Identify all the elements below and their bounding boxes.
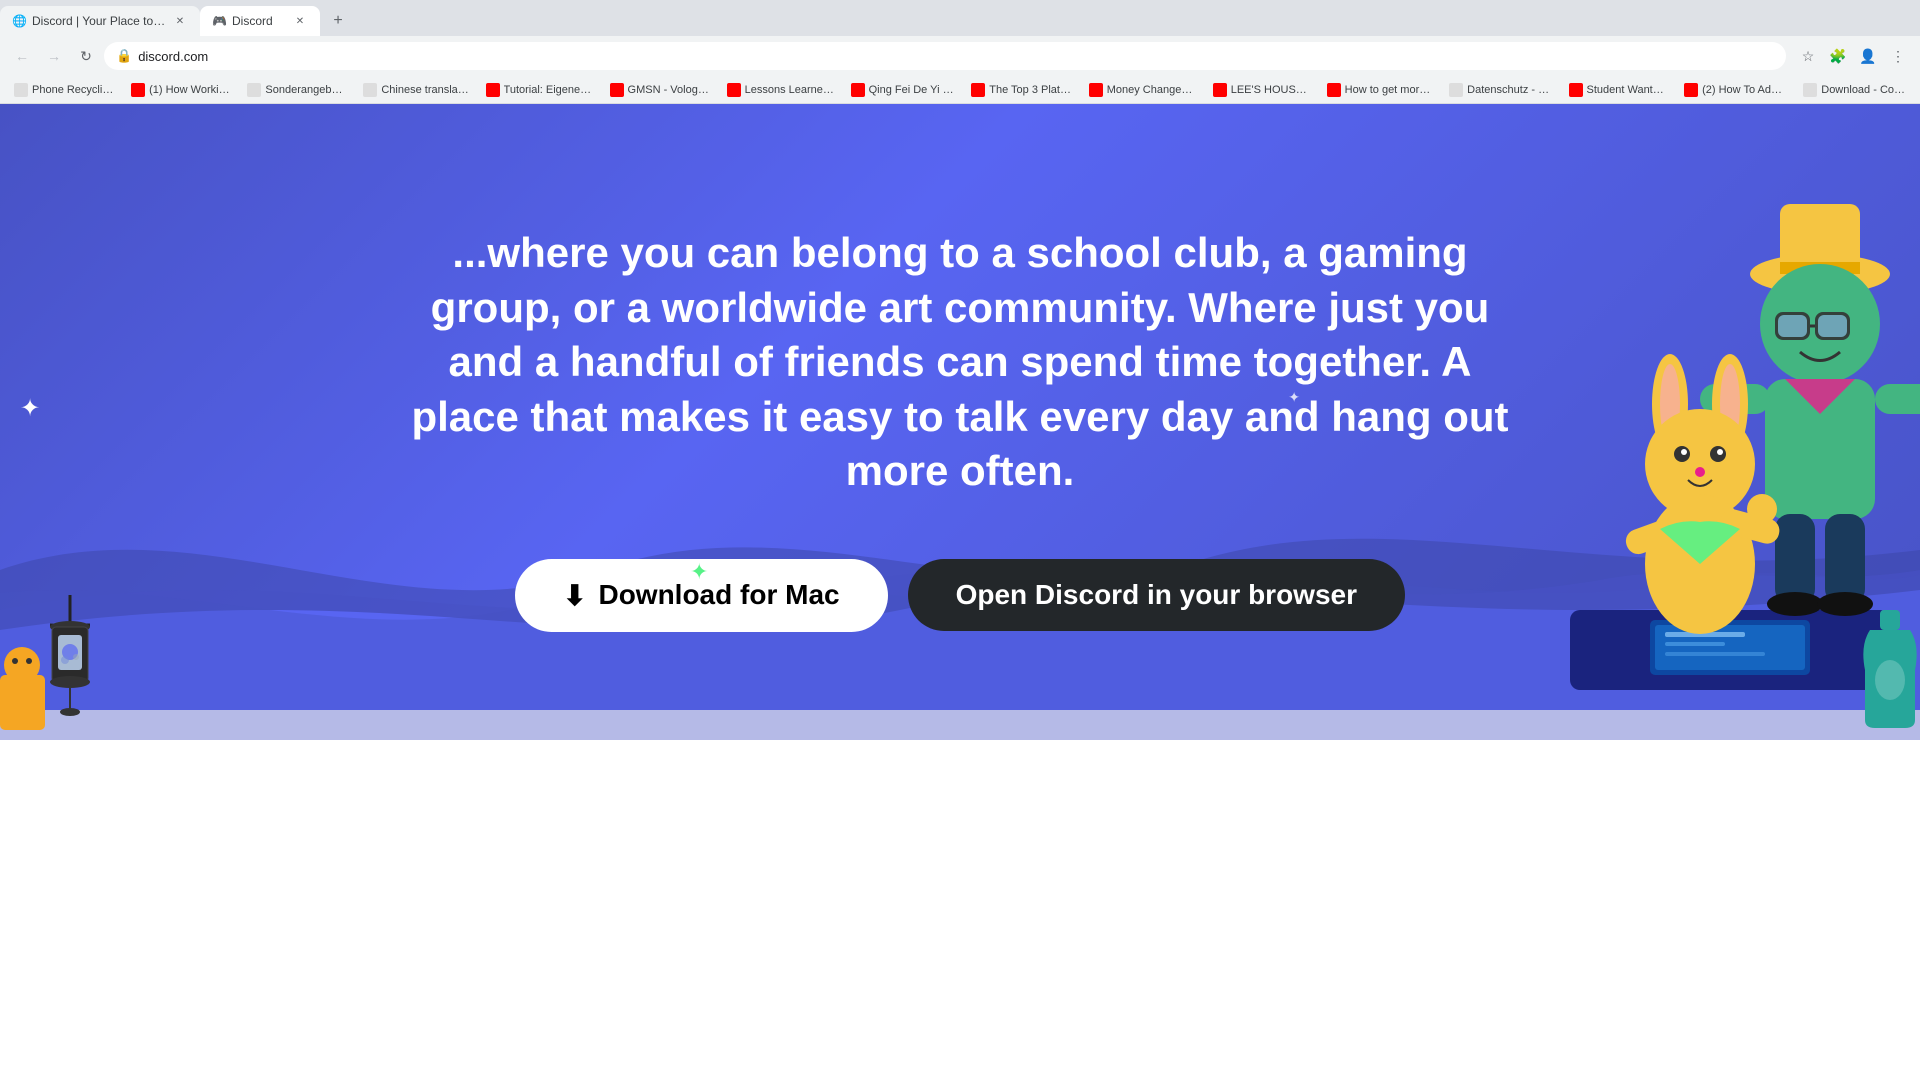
bookmark-label-4: Chinese translatio...	[381, 84, 469, 96]
toolbar-icons: ☆ 🧩 👤 ⋮	[1794, 42, 1912, 70]
bookmark-favicon-6	[610, 83, 624, 97]
extension-puzzle-icon[interactable]: 🧩	[1824, 42, 1852, 70]
address-url: discord.com	[138, 49, 208, 64]
tab-discord[interactable]: 🎮 Discord ✕	[200, 6, 320, 36]
hero-paragraph: ...where you can belong to a school club…	[410, 226, 1510, 499]
sparkle-right-icon: ✦	[1288, 389, 1300, 406]
tab-close-2[interactable]: ✕	[292, 13, 308, 29]
bookmark-favicon-9	[971, 83, 985, 97]
bookmark-label-15: (2) How To Add A...	[1702, 84, 1787, 96]
tab-discord-place[interactable]: 🌐 Discord | Your Place to Talk ... ✕	[0, 6, 200, 36]
bookmark-top3[interactable]: The Top 3 Platfor...	[965, 81, 1078, 99]
tab-title-2: Discord	[232, 14, 286, 28]
buttons-row: ⬇ Download for Mac Open Discord in your …	[515, 559, 1405, 632]
address-box[interactable]: 🔒 discord.com	[104, 42, 1786, 70]
bookmark-favicon-7	[727, 83, 741, 97]
bookmark-qing[interactable]: Qing Fei De Yi - Y...	[845, 81, 962, 99]
bookmark-money[interactable]: Money Changes E...	[1083, 81, 1203, 99]
bookmark-label-9: The Top 3 Platfor...	[989, 84, 1072, 96]
bookmark-label-10: Money Changes E...	[1107, 84, 1197, 96]
bookmark-label-1: Phone Recycling...	[32, 84, 115, 96]
open-browser-button[interactable]: Open Discord in your browser	[908, 559, 1405, 631]
menu-icon[interactable]: ⋮	[1884, 42, 1912, 70]
back-button[interactable]: ←	[8, 42, 36, 70]
tab-title-1: Discord | Your Place to Talk ...	[32, 14, 166, 28]
bookmark-label-6: GMSN - Vologda...	[628, 84, 711, 96]
tab-favicon-1: 🌐	[12, 14, 26, 28]
bookmark-lee[interactable]: LEE'S HOUSE -...	[1207, 81, 1317, 99]
bookmark-how-add[interactable]: (2) How To Add A...	[1678, 81, 1793, 99]
bookmark-how-working[interactable]: (1) How Working...	[125, 81, 237, 99]
bookmark-datenschutz[interactable]: Datenschutz - Re...	[1443, 81, 1558, 99]
bookmark-sonderangebot[interactable]: Sonderangebot! ...	[241, 81, 353, 99]
sparkle-white-icon: ✦	[20, 394, 40, 423]
address-bar-row: ← → ↻ 🔒 discord.com ☆ 🧩 👤 ⋮	[0, 36, 1920, 76]
bookmarks-bar: Phone Recycling... (1) How Working... So…	[0, 76, 1920, 104]
browser-chrome: 🌐 Discord | Your Place to Talk ... ✕ 🎮 D…	[0, 0, 1920, 104]
bookmark-star-icon[interactable]: ☆	[1794, 42, 1822, 70]
bookmark-student[interactable]: Student Wants a...	[1563, 81, 1675, 99]
bookmark-favicon-10	[1089, 83, 1103, 97]
bookmark-favicon-5	[486, 83, 500, 97]
tab-close-1[interactable]: ✕	[172, 13, 188, 29]
bookmark-favicon-11	[1213, 83, 1227, 97]
bookmark-favicon-1	[14, 83, 28, 97]
bookmark-label-5: Tutorial: Eigene Fa...	[504, 84, 594, 96]
bookmark-label-14: Student Wants a...	[1587, 84, 1669, 96]
profile-icon[interactable]: 👤	[1854, 42, 1882, 70]
bookmark-label-3: Sonderangebot! ...	[265, 84, 347, 96]
bookmark-favicon-16	[1803, 83, 1817, 97]
bookmark-favicon-3	[247, 83, 261, 97]
bookmark-favicon-13	[1449, 83, 1463, 97]
tab-bar: 🌐 Discord | Your Place to Talk ... ✕ 🎮 D…	[0, 0, 1920, 36]
bookmark-favicon-4	[363, 83, 377, 97]
bookmark-gmsn[interactable]: GMSN - Vologda...	[604, 81, 717, 99]
tab-favicon-2: 🎮	[212, 14, 226, 28]
bookmark-label-11: LEE'S HOUSE -...	[1231, 84, 1311, 96]
bookmark-lessons[interactable]: Lessons Learned f...	[721, 81, 841, 99]
left-lantern-decoration	[30, 595, 110, 730]
bookmark-favicon-15	[1684, 83, 1698, 97]
bookmark-favicon-8	[851, 83, 865, 97]
bookmark-howtoget[interactable]: How to get more v...	[1321, 81, 1440, 99]
bookmark-chinese[interactable]: Chinese translatio...	[357, 81, 475, 99]
download-icon: ⬇	[563, 579, 586, 612]
new-tab-button[interactable]: +	[324, 7, 352, 35]
bookmark-favicon-14	[1569, 83, 1583, 97]
yellow-rabbit-illustration	[1600, 354, 1800, 654]
bookmark-label-2: (1) How Working...	[149, 84, 231, 96]
bookmark-label-7: Lessons Learned f...	[745, 84, 835, 96]
sparkle-teal-icon: ✦	[690, 559, 708, 585]
refresh-button[interactable]: ↻	[72, 42, 100, 70]
bookmark-tutorial[interactable]: Tutorial: Eigene Fa...	[480, 81, 600, 99]
forward-button[interactable]: →	[40, 42, 68, 70]
download-label: Download for Mac	[598, 579, 839, 611]
bookmark-label-12: How to get more v...	[1345, 84, 1434, 96]
bookmark-label-16: Download - Cook...	[1821, 84, 1906, 96]
bookmark-label-8: Qing Fei De Yi - Y...	[869, 84, 956, 96]
bookmark-favicon-2	[131, 83, 145, 97]
page-content: ...where you can belong to a school club…	[0, 104, 1920, 1080]
teal-bottle-decoration	[1860, 610, 1920, 730]
bookmark-label-13: Datenschutz - Re...	[1467, 84, 1552, 96]
lock-icon: 🔒	[116, 48, 132, 64]
bookmark-favicon-12	[1327, 83, 1341, 97]
browser-label: Open Discord in your browser	[956, 579, 1357, 611]
bookmark-phone-recycling[interactable]: Phone Recycling...	[8, 81, 121, 99]
bookmark-download-cook[interactable]: Download - Cook...	[1797, 81, 1912, 99]
